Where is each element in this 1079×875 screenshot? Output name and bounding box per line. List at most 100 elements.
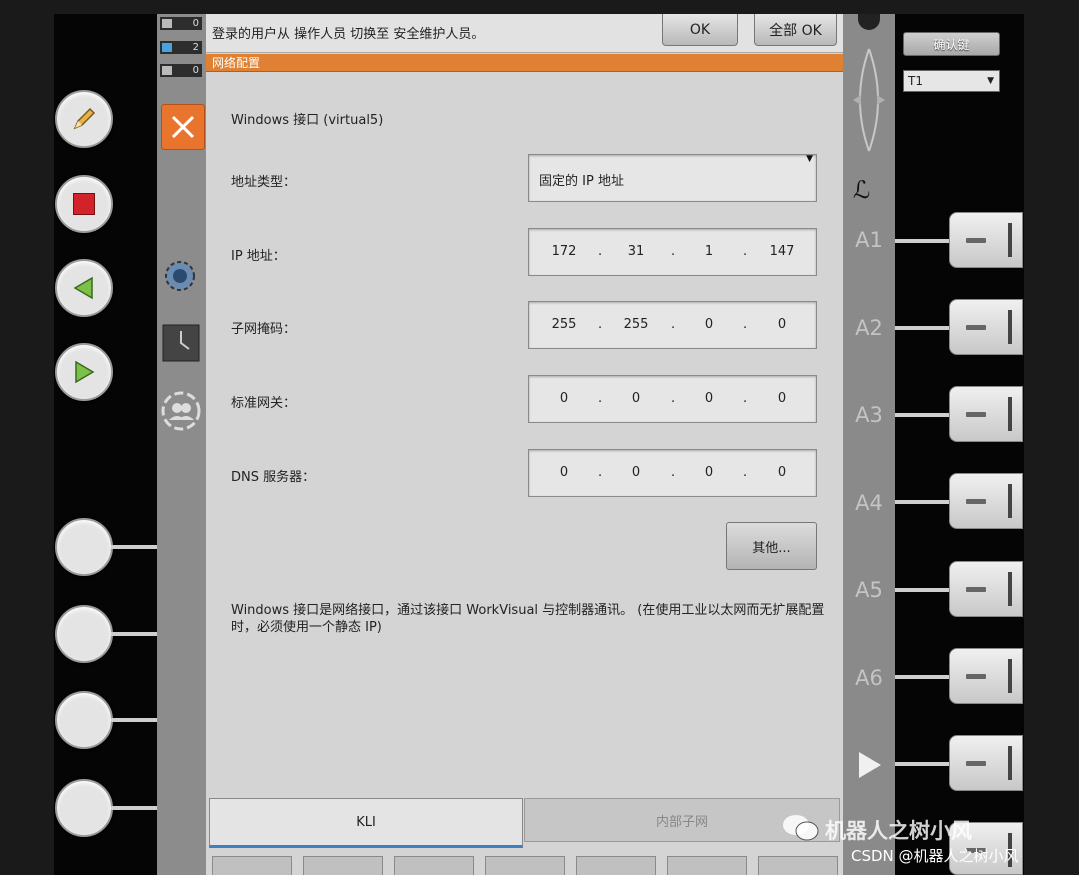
next-axes-icon[interactable] <box>857 750 883 784</box>
softkey-7[interactable] <box>758 856 838 875</box>
dns-server-field[interactable]: 0 . 0 . 0 . 0 <box>528 449 817 497</box>
confirm-key-button[interactable]: 确认键 <box>903 32 1000 56</box>
tab-kli[interactable]: KLI <box>209 798 523 848</box>
jog-key-a3[interactable] <box>949 386 1023 442</box>
dns-octet-4[interactable]: 0 <box>760 465 804 480</box>
close-button[interactable] <box>161 104 205 150</box>
hardkey-2[interactable] <box>55 605 113 663</box>
octet-separator: . <box>598 465 603 480</box>
user-group-icon[interactable] <box>160 390 202 436</box>
ip-octet-1[interactable]: 172 <box>542 244 586 259</box>
jog-direction-icon[interactable] <box>847 45 891 159</box>
ip-address-field[interactable]: 172 . 31 . 1 . 147 <box>528 228 817 276</box>
softkey-3[interactable] <box>394 856 474 875</box>
stop-icon <box>73 193 95 215</box>
start-forward-button[interactable] <box>55 343 113 401</box>
gateway-field[interactable]: 0 . 0 . 0 . 0 <box>528 375 817 423</box>
coordinate-system-icon[interactable]: ℒ <box>853 176 870 204</box>
operating-mode-select[interactable]: T1 ▼ <box>903 70 1000 92</box>
dns-octet-3[interactable]: 0 <box>687 465 731 480</box>
plus-bar-icon <box>1008 223 1012 257</box>
step-backward-button[interactable] <box>55 259 113 317</box>
dropdown-arrow-icon: ▼ <box>987 76 994 86</box>
subnet-octet-2[interactable]: 255 <box>614 317 658 332</box>
octet-separator: . <box>743 244 748 259</box>
hardkey-4[interactable] <box>55 779 113 837</box>
plus-bar-icon <box>1008 659 1012 693</box>
softkey-2[interactable] <box>303 856 383 875</box>
jog-key-a4[interactable] <box>949 473 1023 529</box>
jog-stub <box>895 413 951 417</box>
jog-key-a1[interactable] <box>949 212 1023 268</box>
softkey-5[interactable] <box>576 856 656 875</box>
octet-separator: . <box>671 244 676 259</box>
status-counter-1[interactable]: 0 <box>160 17 202 30</box>
message-text: 登录的用户从 操作人员 切换至 安全维护人员。 <box>212 27 485 42</box>
softkey-1[interactable] <box>212 856 292 875</box>
jog-key-a6[interactable] <box>949 648 1023 704</box>
gateway-octet-2[interactable]: 0 <box>614 391 658 406</box>
ip-octet-4[interactable]: 147 <box>760 244 804 259</box>
status-counter-2[interactable]: 2 <box>160 41 202 54</box>
interface-label: Windows 接口 (virtual5) <box>231 113 384 128</box>
minus-icon <box>966 499 986 504</box>
address-type-select[interactable]: 固定的 IP 地址 ▼ <box>528 154 817 202</box>
pencil-icon <box>73 107 96 130</box>
watermark-text: 机器人之树小风 <box>825 819 972 843</box>
minus-icon <box>966 587 986 592</box>
play-forward-icon <box>75 360 95 384</box>
axis-label-a6: A6 <box>855 666 883 690</box>
axis-label-a5: A5 <box>855 578 883 602</box>
minus-icon <box>966 674 986 679</box>
dns-octet-1[interactable]: 0 <box>542 465 586 480</box>
octet-separator: . <box>598 317 603 332</box>
jog-key-a5[interactable] <box>949 561 1023 617</box>
subnet-octet-1[interactable]: 255 <box>542 317 586 332</box>
network-config-dialog <box>206 14 843 875</box>
gateway-label: 标准网关： <box>231 396 297 411</box>
jog-key-a2[interactable] <box>949 299 1023 355</box>
dns-server-label: DNS 服务器： <box>231 470 316 485</box>
hardkey-stub <box>111 806 157 810</box>
hardkey-1[interactable] <box>55 518 113 576</box>
octet-separator: . <box>598 244 603 259</box>
close-icon <box>171 115 195 139</box>
axis-label-a1: A1 <box>855 228 883 252</box>
clock-icon[interactable] <box>161 323 201 367</box>
hardkey-stub <box>111 718 157 722</box>
ip-octet-2[interactable]: 31 <box>614 244 658 259</box>
robot-config-icon[interactable] <box>160 256 200 300</box>
softkey-4[interactable] <box>485 856 565 875</box>
hardkey-3[interactable] <box>55 691 113 749</box>
ip-address-label: IP 地址： <box>231 249 286 264</box>
subnet-octet-3[interactable]: 0 <box>687 317 731 332</box>
dns-octet-2[interactable]: 0 <box>614 465 658 480</box>
octet-separator: . <box>671 317 676 332</box>
other-settings-button[interactable]: 其他... <box>726 522 817 570</box>
gateway-octet-1[interactable]: 0 <box>542 391 586 406</box>
hardkey-stub <box>111 632 157 636</box>
gateway-octet-3[interactable]: 0 <box>687 391 731 406</box>
dialog-title: 网络配置 <box>206 54 843 72</box>
interface-description: Windows 接口是网络接口，通过该接口 WorkVisual 与控制器通讯。… <box>231 603 825 635</box>
status-counter-3[interactable]: 0 <box>160 64 202 77</box>
minus-icon <box>966 761 986 766</box>
jog-key-7[interactable] <box>949 735 1023 791</box>
stop-button[interactable] <box>55 175 113 233</box>
plus-bar-icon <box>1008 397 1012 431</box>
octet-separator: . <box>598 391 603 406</box>
edit-button[interactable] <box>55 90 113 148</box>
subnet-mask-field[interactable]: 255 . 255 . 0 . 0 <box>528 301 817 349</box>
ip-octet-3[interactable]: 1 <box>687 244 731 259</box>
jog-stub <box>895 675 951 679</box>
address-type-value: 固定的 IP 地址 <box>539 174 624 189</box>
subnet-octet-4[interactable]: 0 <box>760 317 804 332</box>
octet-separator: . <box>743 465 748 480</box>
gateway-octet-4[interactable]: 0 <box>760 391 804 406</box>
jog-stub <box>895 239 951 243</box>
ok-button[interactable]: OK <box>662 14 738 46</box>
softkey-6[interactable] <box>667 856 747 875</box>
all-ok-button[interactable]: 全部 OK <box>754 14 837 46</box>
status-count: 0 <box>192 65 199 76</box>
csdn-watermark: CSDN @机器人之树小风 <box>851 847 1019 865</box>
